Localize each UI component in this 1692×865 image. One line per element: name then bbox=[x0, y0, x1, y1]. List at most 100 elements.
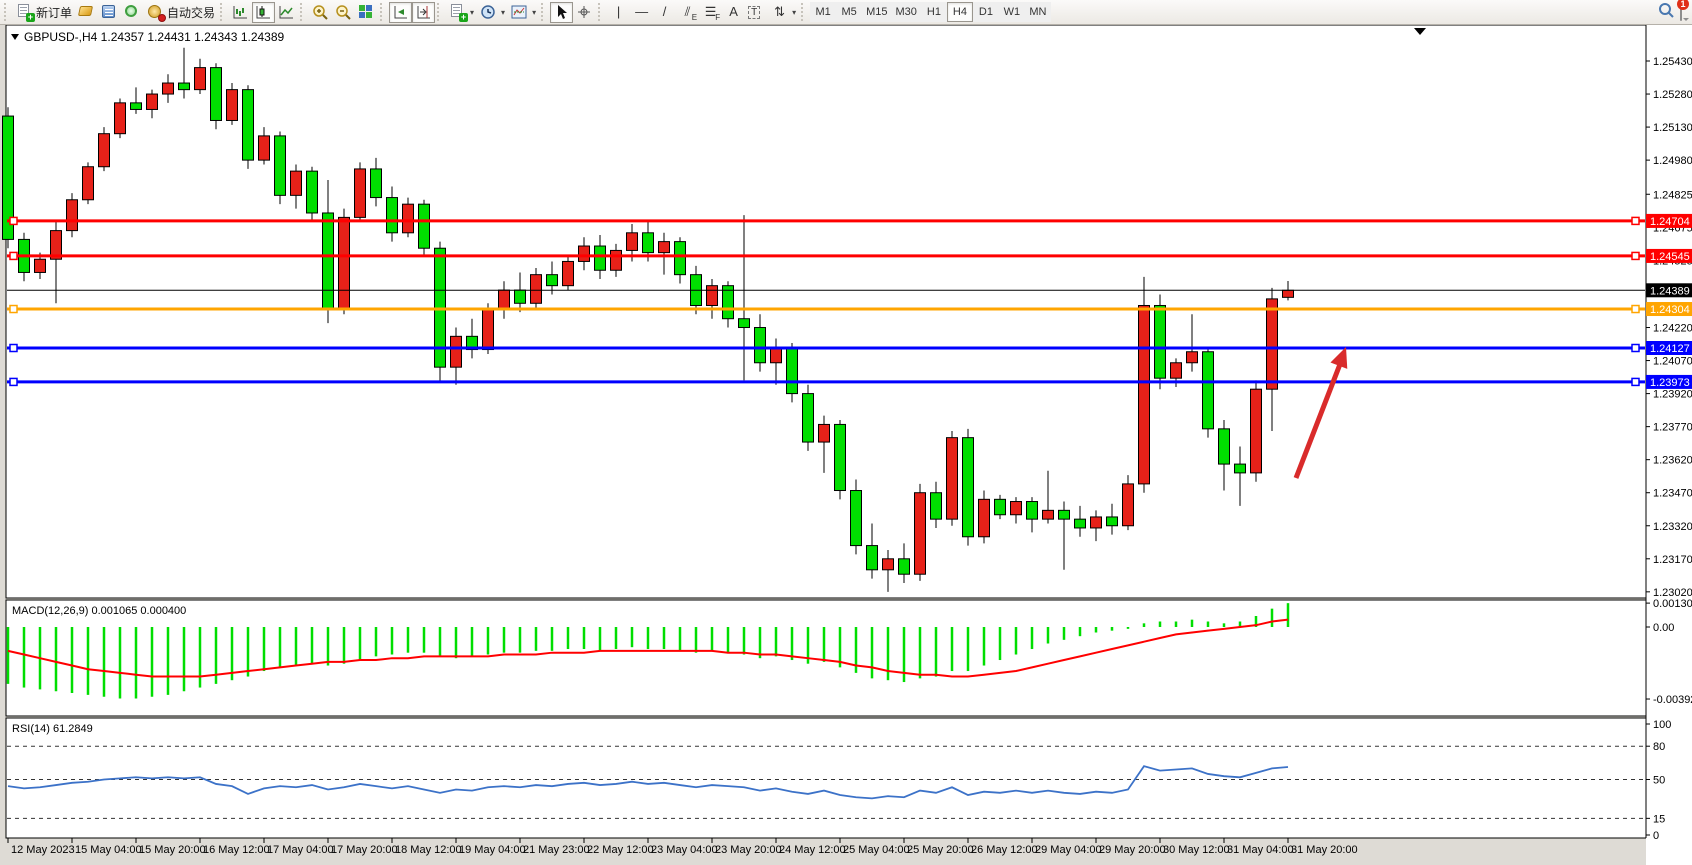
candle bbox=[307, 171, 318, 213]
line-anchor-handle[interactable] bbox=[10, 345, 17, 352]
candle bbox=[275, 136, 286, 195]
timeframe-button-w1[interactable]: W1 bbox=[999, 2, 1025, 22]
timeframe-button-m5[interactable]: M5 bbox=[836, 2, 862, 22]
line-anchor-handle[interactable] bbox=[1632, 306, 1639, 313]
toolbar-drag-handle[interactable] bbox=[380, 3, 385, 21]
bar-chart-button[interactable] bbox=[229, 2, 252, 23]
text-button[interactable]: A bbox=[722, 2, 745, 23]
svg-text:31 May 20:00: 31 May 20:00 bbox=[1291, 844, 1358, 856]
tile-windows-button[interactable] bbox=[355, 2, 378, 23]
toolbar-drag-handle[interactable] bbox=[541, 3, 546, 21]
order-group: + 新订单 自动交易 bbox=[13, 1, 218, 24]
timeframe-button-h1[interactable]: H1 bbox=[921, 2, 947, 22]
new-order-button[interactable]: + 新订单 bbox=[13, 2, 75, 23]
candle bbox=[1203, 352, 1214, 429]
search-icon[interactable] bbox=[1658, 2, 1674, 23]
candlestick-chart-button[interactable] bbox=[252, 2, 275, 23]
svg-text:1.25130: 1.25130 bbox=[1653, 122, 1692, 134]
trendline-button[interactable]: / bbox=[653, 2, 676, 23]
zoom-in-button[interactable] bbox=[309, 2, 332, 23]
candle bbox=[579, 246, 590, 261]
templates-button[interactable]: ▾ bbox=[508, 2, 539, 23]
line-anchor-handle[interactable] bbox=[10, 217, 17, 224]
line-chart-button[interactable] bbox=[275, 2, 298, 23]
data-window-button[interactable] bbox=[98, 2, 121, 23]
line-anchor-handle[interactable] bbox=[10, 306, 17, 313]
line-anchor-handle[interactable] bbox=[10, 252, 17, 259]
candle bbox=[963, 438, 974, 537]
timeframe-button-h4[interactable]: H4 bbox=[947, 2, 973, 22]
market-watch-icon bbox=[78, 4, 95, 20]
line-anchor-handle[interactable] bbox=[1632, 345, 1639, 352]
candle bbox=[803, 394, 814, 442]
svg-text:15 May 20:00: 15 May 20:00 bbox=[139, 844, 206, 856]
line-anchor-handle[interactable] bbox=[1632, 378, 1639, 385]
line-anchor-handle[interactable] bbox=[1632, 217, 1639, 224]
svg-text:80: 80 bbox=[1653, 741, 1665, 753]
candle bbox=[1139, 305, 1150, 483]
toolbar-drag-handle[interactable] bbox=[300, 3, 305, 21]
crosshair-button[interactable] bbox=[573, 2, 596, 23]
timeframe-button-m15[interactable]: M15 bbox=[862, 2, 891, 22]
arrows-icon: ⇅ bbox=[771, 4, 788, 20]
svg-text:50: 50 bbox=[1653, 775, 1665, 787]
chevron-down-icon: ▾ bbox=[470, 8, 474, 17]
svg-text:21 May 23:00: 21 May 23:00 bbox=[523, 844, 590, 856]
zoom-out-button[interactable] bbox=[332, 2, 355, 23]
svg-text:1.24070: 1.24070 bbox=[1653, 356, 1692, 368]
svg-text:1.25280: 1.25280 bbox=[1653, 89, 1692, 101]
auto-scroll-button[interactable] bbox=[389, 2, 412, 23]
data-window-icon bbox=[101, 4, 118, 20]
equidistant-channel-button[interactable]: ⫽E bbox=[676, 2, 699, 23]
line-anchor-handle[interactable] bbox=[10, 378, 17, 385]
candle bbox=[1171, 363, 1182, 378]
chart-type-group bbox=[229, 1, 298, 24]
candle bbox=[835, 424, 846, 490]
svg-text:1.24220: 1.24220 bbox=[1653, 323, 1692, 335]
toolbar-drag-handle[interactable] bbox=[220, 3, 225, 21]
vertical-line-button[interactable]: | bbox=[607, 2, 630, 23]
timeframe-button-d1[interactable]: D1 bbox=[973, 2, 999, 22]
chart-window[interactable]: 1.254301.252801.251301.249801.248251.246… bbox=[0, 25, 1692, 865]
crosshair-icon bbox=[576, 4, 593, 20]
new-order-icon: + bbox=[16, 4, 33, 20]
candle bbox=[819, 424, 830, 442]
svg-text:29 May 04:00: 29 May 04:00 bbox=[1035, 844, 1102, 856]
candle bbox=[131, 103, 142, 110]
zoom-out-icon bbox=[335, 4, 352, 20]
candle bbox=[1155, 305, 1166, 378]
timeframe-button-m30[interactable]: M30 bbox=[892, 2, 921, 22]
cursor-button[interactable] bbox=[550, 2, 573, 23]
toolbar-right: 1 bbox=[1658, 2, 1690, 23]
indicators-button[interactable]: + ▾ bbox=[446, 2, 477, 23]
svg-text:16 May 12:00: 16 May 12:00 bbox=[203, 844, 270, 856]
chevron-down-icon: ▾ bbox=[501, 8, 505, 17]
navigator-button[interactable] bbox=[121, 2, 144, 23]
timeframe-button-mn[interactable]: MN bbox=[1025, 2, 1051, 22]
periods-button[interactable]: ▾ bbox=[477, 2, 508, 23]
svg-text:1.23470: 1.23470 bbox=[1653, 488, 1692, 500]
svg-text:0: 0 bbox=[1653, 830, 1659, 842]
horizontal-line-button[interactable]: — bbox=[630, 2, 653, 23]
toolbar-drag-handle[interactable] bbox=[4, 3, 9, 21]
arrows-button[interactable]: ⇅ ▾ bbox=[768, 2, 799, 23]
chart-canvas[interactable]: 1.254301.252801.251301.249801.248251.246… bbox=[0, 25, 1692, 865]
chat-icon[interactable]: 1 bbox=[1680, 3, 1682, 21]
line-anchor-handle[interactable] bbox=[1632, 252, 1639, 259]
market-watch-button[interactable] bbox=[75, 2, 98, 23]
toolbar-drag-handle[interactable] bbox=[801, 3, 806, 21]
svg-text:15 May 04:00: 15 May 04:00 bbox=[75, 844, 142, 856]
svg-text:31 May 04:00: 31 May 04:00 bbox=[1227, 844, 1294, 856]
chart-shift-button[interactable] bbox=[412, 2, 435, 23]
rsi-label: RSI(14) 61.2849 bbox=[12, 723, 93, 735]
timeframe-button-m1[interactable]: M1 bbox=[810, 2, 836, 22]
toolbar-drag-handle[interactable] bbox=[598, 3, 603, 21]
text-label-button[interactable]: T bbox=[745, 2, 768, 23]
candle bbox=[291, 171, 302, 195]
autotrading-button[interactable]: 自动交易 bbox=[144, 2, 218, 23]
fibonacci-button[interactable]: ☰F bbox=[699, 2, 722, 23]
candle bbox=[259, 136, 270, 160]
candle bbox=[195, 68, 206, 90]
candle bbox=[83, 167, 94, 200]
toolbar-drag-handle[interactable] bbox=[437, 3, 442, 21]
